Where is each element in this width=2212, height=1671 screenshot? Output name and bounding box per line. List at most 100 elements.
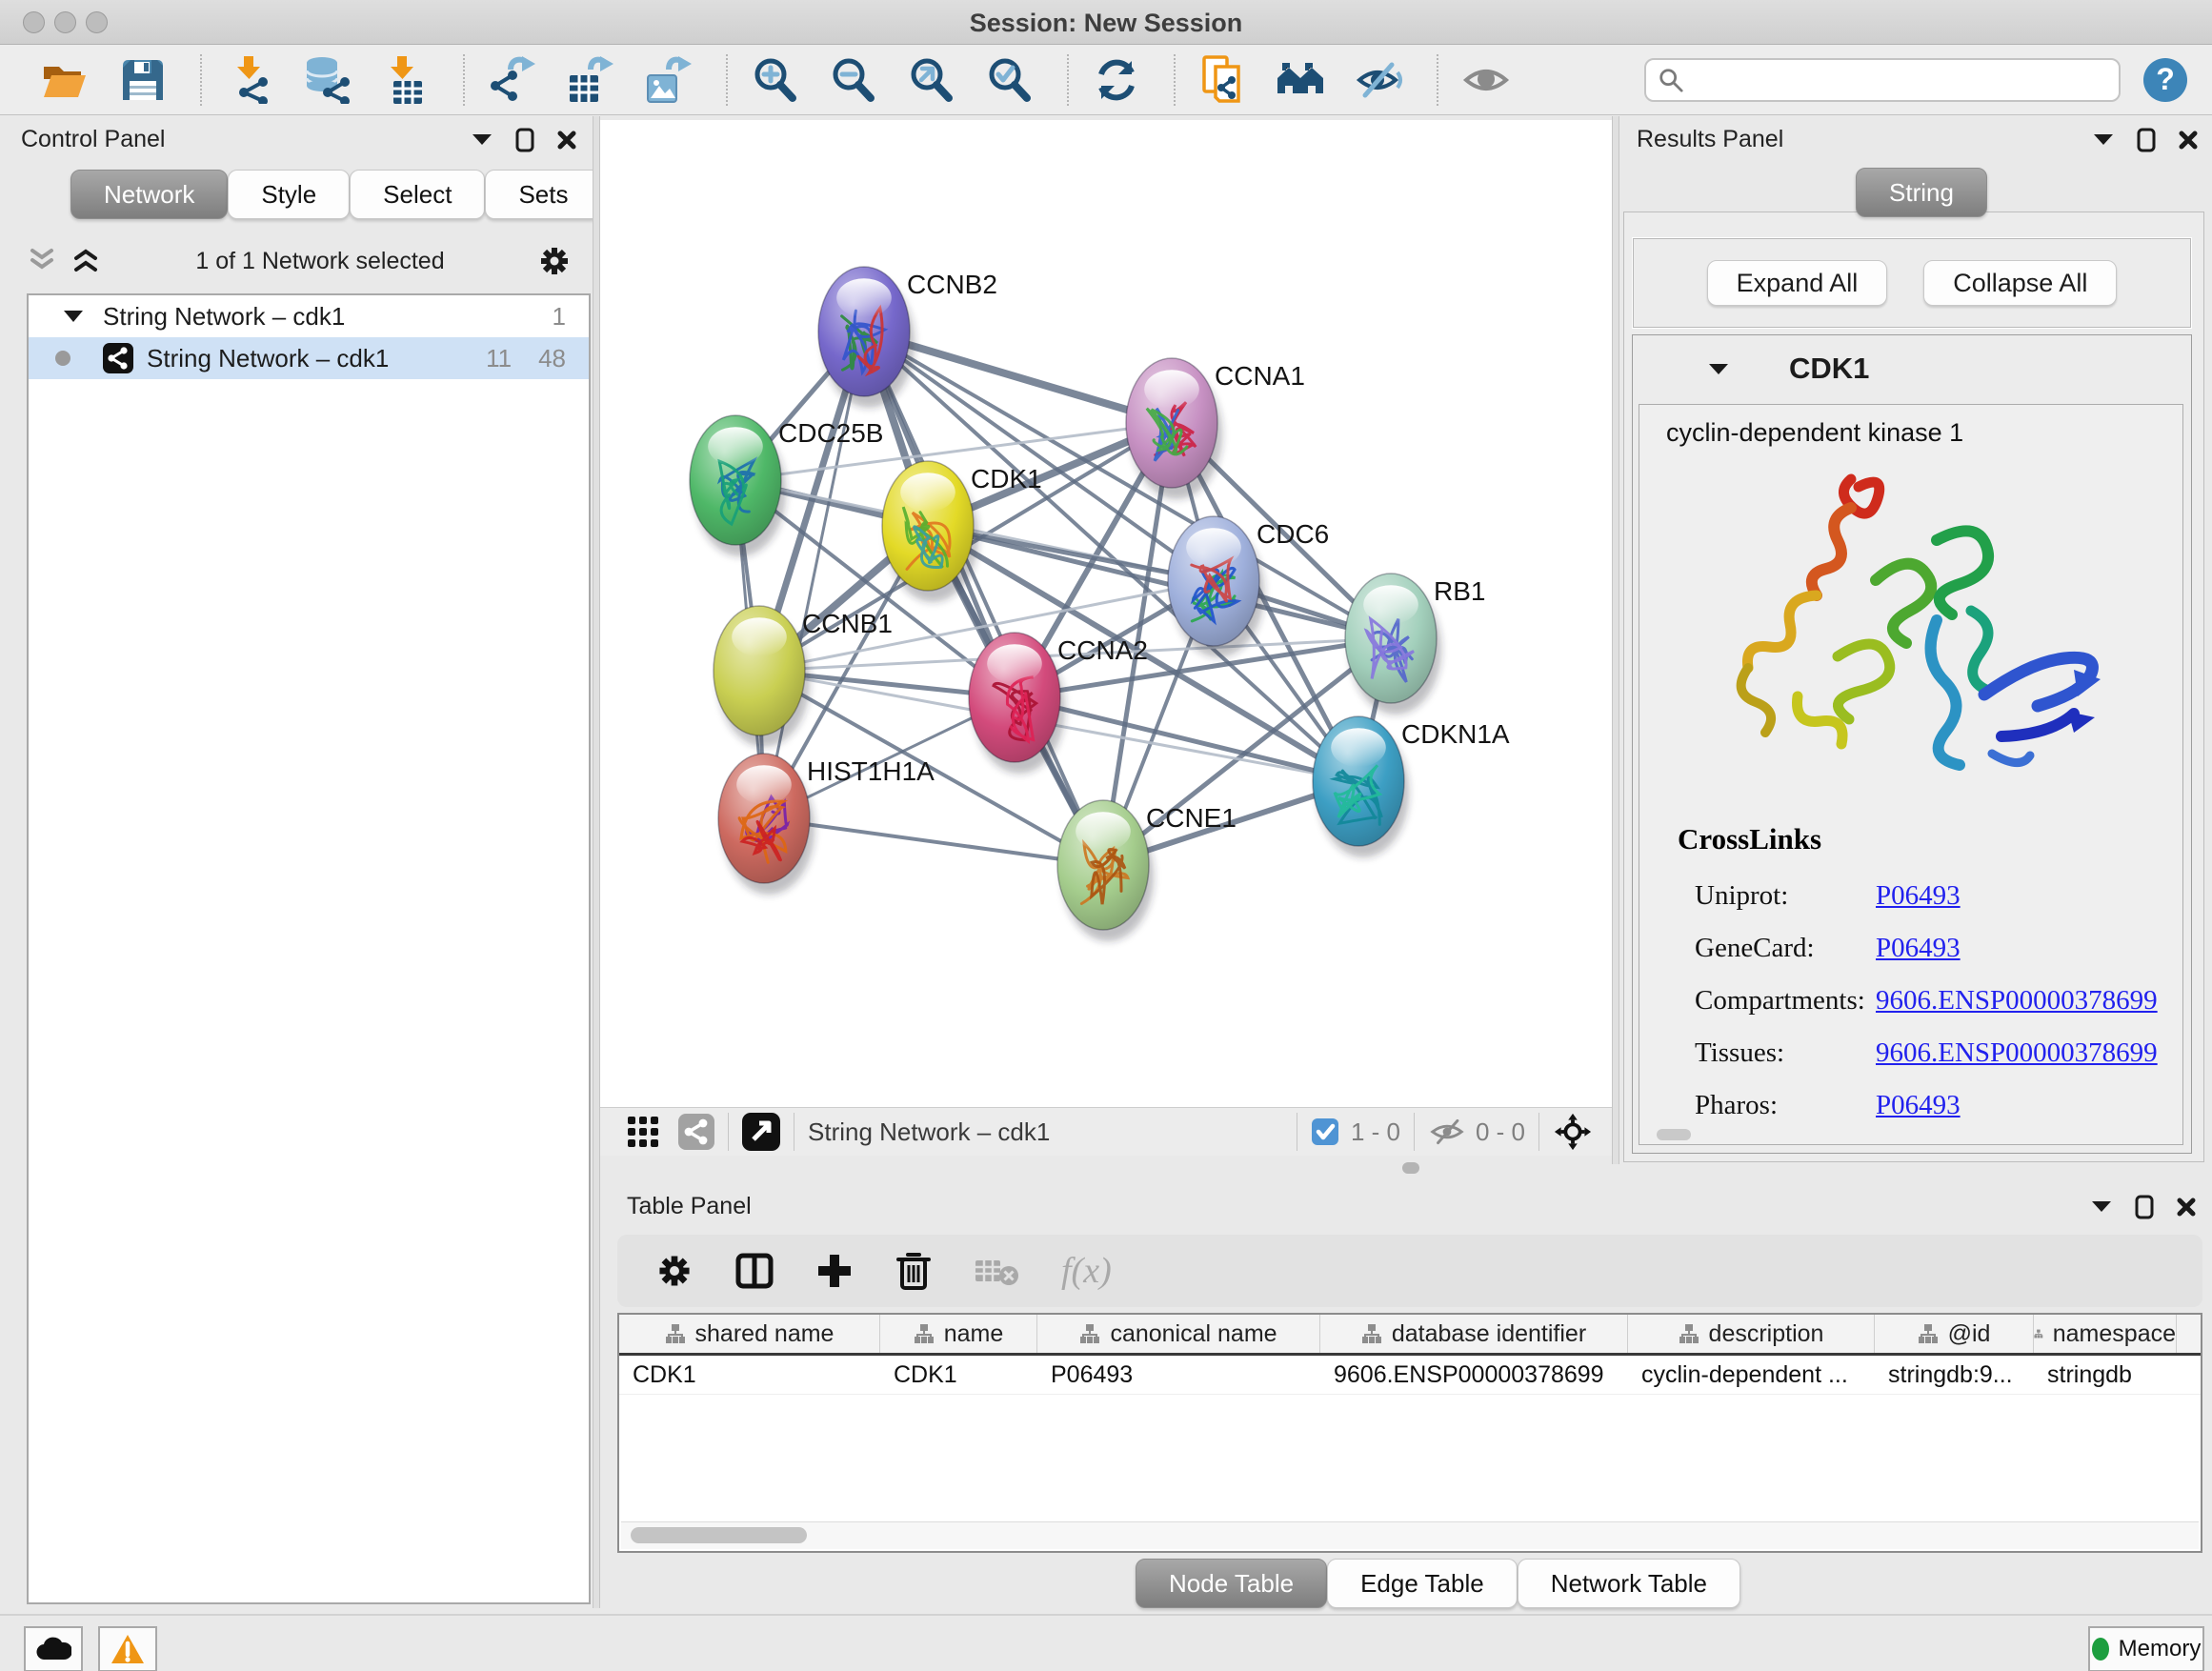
gene-section-header[interactable]: CDK1 (1633, 335, 2191, 402)
table-scrollbar[interactable] (621, 1521, 2199, 1549)
table-settings-gear-icon[interactable] (655, 1252, 694, 1290)
table-row[interactable]: CDK1CDK1P064939606.ENSP00000378699cyclin… (619, 1356, 2201, 1395)
selected-checkbox-icon[interactable] (1311, 1117, 1339, 1146)
network-node-ccne1[interactable]: CCNE1 (1057, 800, 1237, 941)
table-cell[interactable]: stringdb:9... (1875, 1356, 2034, 1394)
tab-select[interactable]: Select (350, 170, 485, 219)
crosslink-link[interactable]: P06493 (1876, 880, 1961, 912)
collapse-all-networks-icon[interactable] (27, 247, 59, 275)
column-header-databaseidentifier[interactable]: database identifier (1320, 1315, 1628, 1353)
table-cell[interactable]: CDK1 (619, 1356, 880, 1394)
home-networks-button[interactable] (1275, 53, 1328, 107)
function-builder-icon-disabled: f(x) (1061, 1250, 1112, 1292)
panel-float-icon[interactable] (514, 128, 535, 152)
tab-node-table[interactable]: Node Table (1136, 1559, 1327, 1608)
table-cell[interactable]: stringdb (2034, 1356, 2177, 1394)
import-network-database-button[interactable] (301, 53, 354, 107)
grid-view-icon[interactable] (627, 1116, 659, 1148)
toolbar-separator (463, 54, 465, 106)
right-splitter[interactable] (1612, 116, 1619, 1164)
column-header-sharedname[interactable]: shared name (619, 1315, 880, 1353)
import-table-file-button[interactable] (379, 53, 432, 107)
network-node-hist1h1a[interactable]: HIST1H1A (718, 754, 935, 895)
crosslink-link[interactable]: 9606.ENSP00000378699 (1876, 1037, 2158, 1069)
zoom-out-button[interactable] (827, 53, 880, 107)
expand-all-networks-icon[interactable] (70, 247, 103, 275)
cloud-status-button[interactable] (24, 1626, 83, 1671)
horizontal-splitter-handle[interactable] (1402, 1162, 1419, 1174)
memory-button[interactable]: Memory (2088, 1626, 2204, 1671)
table-scrollbar-thumb[interactable] (631, 1527, 807, 1543)
column-header-description[interactable]: description (1628, 1315, 1875, 1353)
export-table-button[interactable] (564, 53, 617, 107)
save-session-button[interactable] (116, 53, 170, 107)
network-node-rb1[interactable]: RB1 (1345, 574, 1485, 715)
tab-style[interactable]: Style (228, 170, 350, 219)
collapse-all-button[interactable]: Collapse All (1923, 260, 2117, 306)
warnings-button[interactable] (98, 1626, 157, 1671)
network-node-cdkn1a[interactable]: CDKN1A (1313, 716, 1510, 857)
network-row-selected[interactable]: String Network – cdk1 11 48 (29, 337, 589, 379)
show-panel-eye-icon-button[interactable] (1459, 53, 1513, 107)
zoom-in-button[interactable] (749, 53, 802, 107)
open-session-button[interactable] (38, 53, 91, 107)
delete-column-trash-icon[interactable] (895, 1251, 932, 1291)
help-button[interactable]: ? (2143, 58, 2187, 102)
results-scrollbar-thumb[interactable] (1657, 1129, 1691, 1140)
show-columns-icon[interactable] (735, 1252, 774, 1290)
crosslink-link[interactable]: P06493 (1876, 1090, 1961, 1121)
expand-all-button[interactable]: Expand All (1707, 260, 1888, 306)
table-cell[interactable]: 9606.ENSP00000378699 (1320, 1356, 1628, 1394)
table-cell[interactable]: cyclin-dependent ... (1628, 1356, 1875, 1394)
column-header-namespace[interactable]: namespace (2034, 1315, 2177, 1353)
apply-layout-button[interactable] (1090, 53, 1143, 107)
crosslink-link[interactable]: P06493 (1876, 933, 1961, 964)
network-node-ccnb2[interactable]: CCNB2 (818, 267, 997, 408)
table-cell[interactable]: CDK1 (880, 1356, 1037, 1394)
network-node-cdc25b[interactable]: CDC25B (690, 415, 883, 556)
network-view-canvas[interactable]: CCNB2CCNA1CDC25BCDK1CDC6RB1CCNB1CCNA2CDK… (600, 120, 1612, 1107)
search-input[interactable] (1684, 65, 2107, 94)
pan-crosshair-icon[interactable] (1553, 1112, 1593, 1152)
zoom-selected-button[interactable] (983, 53, 1036, 107)
main-toolbar: ? (0, 45, 2212, 115)
network-node-ccna1[interactable]: CCNA1 (1126, 358, 1305, 499)
column-header-canonicalname[interactable]: canonical name (1037, 1315, 1320, 1353)
network-options-gear-icon[interactable] (537, 244, 572, 278)
table-cell[interactable]: P06493 (1037, 1356, 1320, 1394)
tab-network-table[interactable]: Network Table (1518, 1559, 1740, 1608)
panel-float-icon[interactable] (2134, 1195, 2155, 1219)
network-collection-row[interactable]: String Network – cdk1 1 (29, 295, 589, 337)
network-view-share-icon[interactable] (678, 1114, 714, 1150)
tab-sets[interactable]: Sets (485, 170, 601, 219)
panel-close-icon[interactable] (556, 130, 577, 151)
tab-network[interactable]: Network (70, 170, 228, 219)
tab-string-results[interactable]: String (1856, 168, 1987, 217)
gene-detail-card: cyclin-dependent kinase 1 (1639, 404, 2183, 1145)
panel-close-icon[interactable] (2178, 130, 2199, 151)
section-expander-icon[interactable] (1707, 362, 1730, 376)
export-image-button[interactable] (642, 53, 695, 107)
zoom-fit-button[interactable] (905, 53, 958, 107)
tab-edge-table[interactable]: Edge Table (1327, 1559, 1518, 1608)
node-label-rb1: RB1 (1434, 576, 1485, 606)
panel-close-icon[interactable] (2176, 1197, 2197, 1218)
column-header-name[interactable]: name (880, 1315, 1037, 1353)
panel-menu-icon[interactable] (2090, 1199, 2113, 1214)
crosslink-link[interactable]: 9606.ENSP00000378699 (1876, 985, 2158, 1017)
panel-menu-icon[interactable] (471, 132, 493, 147)
panel-menu-icon[interactable] (2092, 132, 2115, 147)
birdseye-view-icon[interactable] (742, 1113, 780, 1151)
create-column-plus-icon[interactable] (815, 1252, 854, 1290)
string-network-graph[interactable]: CCNB2CCNA1CDC25BCDK1CDC6RB1CCNB1CCNA2CDK… (600, 120, 1612, 1107)
import-network-file-button[interactable] (223, 53, 276, 107)
network-selection-summary: 1 of 1 Network selected (103, 248, 537, 275)
panel-float-icon[interactable] (2136, 128, 2157, 152)
column-header-id[interactable]: @id (1875, 1315, 2034, 1353)
export-network-button[interactable] (486, 53, 539, 107)
network-node-ccnb1[interactable]: CCNB1 (714, 606, 893, 747)
left-splitter[interactable] (593, 116, 600, 1608)
string-documents-button[interactable] (1196, 53, 1250, 107)
tree-expander-icon[interactable] (63, 310, 84, 323)
hide-panel-eye-icon-button[interactable] (1353, 53, 1406, 107)
